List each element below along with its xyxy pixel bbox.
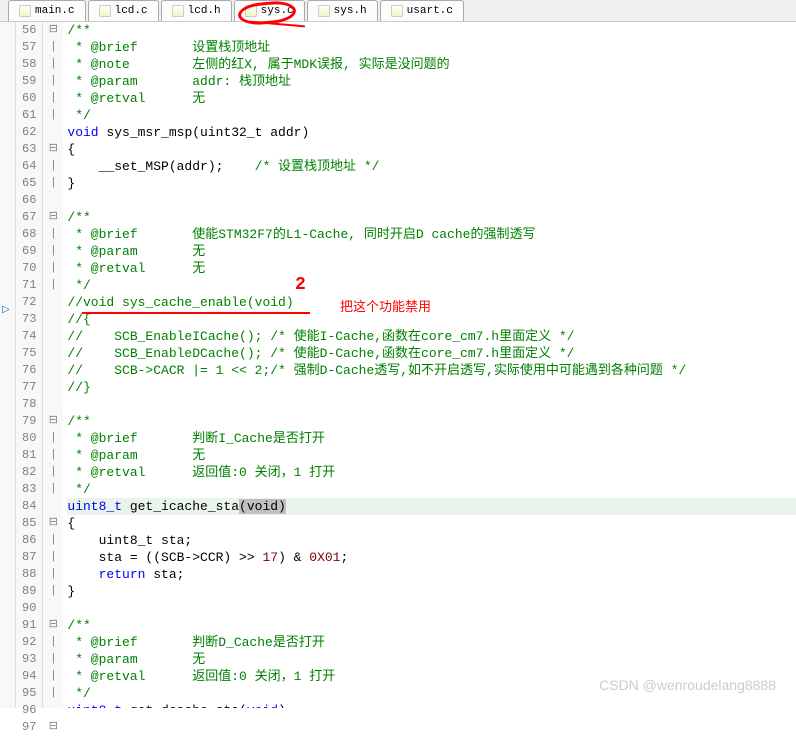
tab-label: sys.h xyxy=(334,5,367,17)
tab-lcd-c[interactable]: lcd.c xyxy=(88,0,159,21)
watermark: CSDN @wenroudelang8888 xyxy=(599,677,776,693)
file-icon xyxy=(245,5,257,17)
tab-sys-c[interactable]: sys.c xyxy=(234,0,305,21)
tab-label: usart.c xyxy=(407,5,453,17)
file-icon xyxy=(99,5,111,17)
file-icon xyxy=(318,5,330,17)
file-icon xyxy=(19,5,31,17)
tab-label: main.c xyxy=(35,5,75,17)
tab-sys-h[interactable]: sys.h xyxy=(307,0,378,21)
code-area[interactable]: /** * @brief 设置栈顶地址 * @note 左侧的红X, 属于MDK… xyxy=(63,22,796,708)
tab-label: lcd.c xyxy=(115,5,148,17)
gutter[interactable]: ▷ xyxy=(0,22,16,708)
line-numbers: 5657585960616263646566676869707172737475… xyxy=(16,22,43,708)
fold-column[interactable]: ⊟|||||⊟||⊟||||⊟||||⊟||||⊟||||⊟ xyxy=(43,22,63,708)
tab-bar: main.c lcd.c lcd.h sys.c sys.h usart.c xyxy=(0,0,796,22)
file-icon xyxy=(172,5,184,17)
tab-main-c[interactable]: main.c xyxy=(8,0,86,21)
tab-label: lcd.h xyxy=(188,5,221,17)
tab-label: sys.c xyxy=(261,5,294,17)
file-icon xyxy=(391,5,403,17)
tab-usart-c[interactable]: usart.c xyxy=(380,0,464,21)
tab-lcd-h[interactable]: lcd.h xyxy=(161,0,232,21)
cursor-marker: ▷ xyxy=(2,304,10,316)
editor-area: ▷ 56575859606162636465666768697071727374… xyxy=(0,22,796,708)
